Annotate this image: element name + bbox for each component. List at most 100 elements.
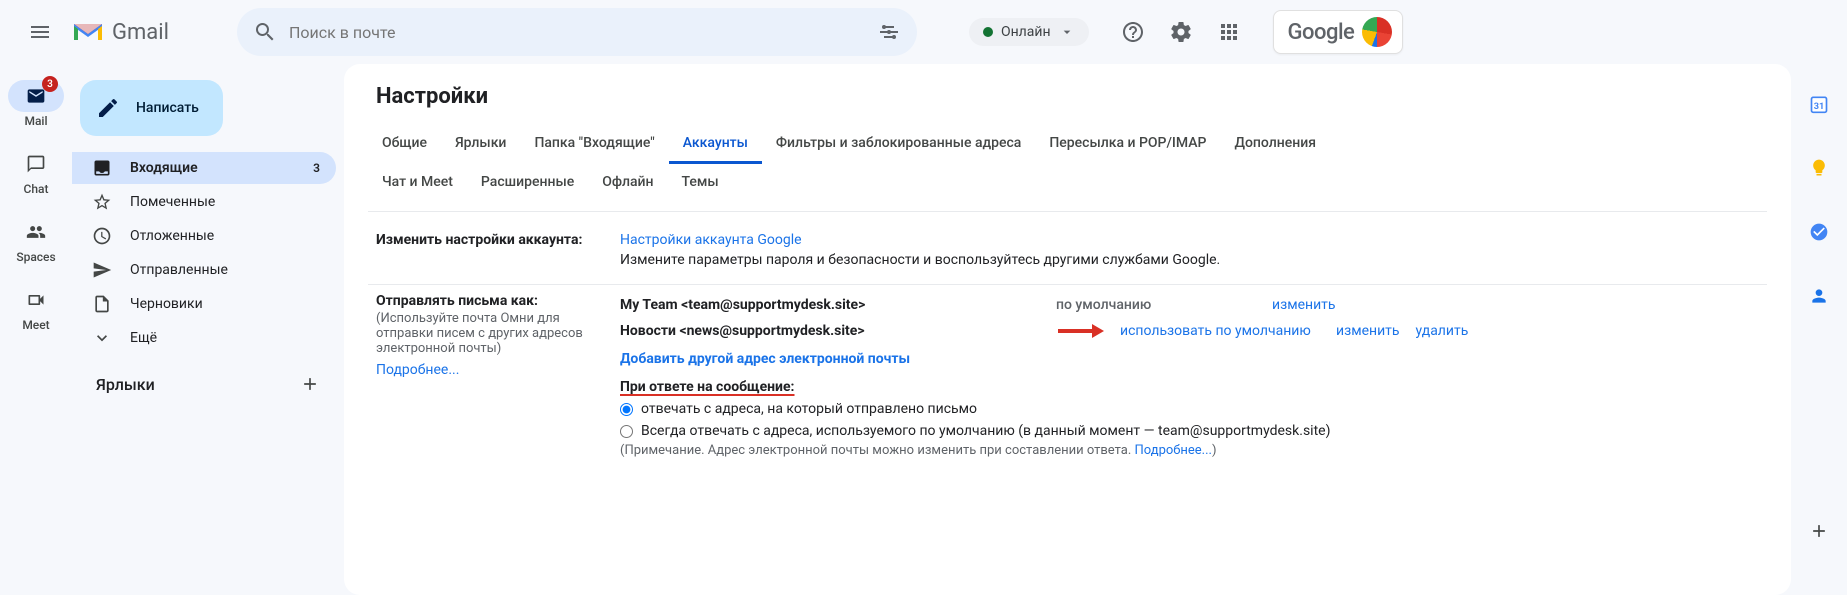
rail-meet[interactable]: Meet: [8, 284, 64, 332]
chat-icon: [26, 154, 46, 174]
rail-mail-label: Mail: [24, 114, 47, 128]
rail-meet-label: Meet: [22, 318, 49, 332]
reply-from-default-radio[interactable]: [620, 425, 633, 438]
tab-темы[interactable]: Темы: [668, 164, 733, 203]
callout-arrow-icon: [1056, 321, 1104, 341]
nav-more-label: Ещё: [130, 330, 157, 346]
tab-папка-входящие-[interactable]: Папка "Входящие": [520, 125, 668, 164]
rail-mail[interactable]: 3 Mail: [8, 80, 64, 128]
nav-sent-label: Отправленные: [130, 262, 228, 278]
side-calendar[interactable]: 31: [1799, 84, 1839, 124]
tab-офлайн[interactable]: Офлайн: [588, 164, 667, 203]
google-logo-text: Google: [1288, 20, 1355, 45]
google-account-badge[interactable]: Google: [1273, 10, 1404, 54]
calendar-icon: 31: [1809, 94, 1829, 114]
rail-chat[interactable]: Chat: [8, 148, 64, 196]
account-settings-label: Изменить настройки аккаунта:: [376, 232, 596, 268]
nav-inbox-count: 3: [313, 161, 320, 175]
nav-snoozed[interactable]: Отложенные: [72, 220, 336, 252]
user-avatar: [1362, 17, 1392, 47]
nav-inbox[interactable]: Входящие 3: [72, 152, 336, 184]
send-as-row: My Team <team@supportmydesk.site> по умол…: [620, 293, 1759, 317]
draft-icon: [92, 294, 112, 314]
reply-opt2-label: Всегда отвечать с адреса, используемого …: [641, 423, 1330, 439]
google-account-settings-link[interactable]: Настройки аккаунта Google: [620, 232, 802, 248]
send-as-row: Новости <news@supportmydesk.site> использ…: [620, 317, 1759, 345]
search-options-icon[interactable]: [877, 20, 901, 44]
reply-heading: При ответе на сообщение:: [620, 379, 795, 395]
nav-starred-label: Помеченные: [130, 194, 215, 210]
compose-label: Написать: [136, 100, 199, 116]
default-indicator: по умолчанию: [1056, 297, 1256, 313]
status-text: Онлайн: [1001, 24, 1051, 40]
send-as-label: Отправлять письма как:: [376, 293, 538, 309]
delete-address-link[interactable]: удалить: [1416, 323, 1469, 339]
divider: [368, 211, 1767, 212]
gear-icon: [1169, 20, 1193, 44]
inbox-icon: [92, 158, 112, 178]
tab-чат-и-meet[interactable]: Чат и Meet: [368, 164, 467, 203]
send-as-identity: Новости <news@supportmydesk.site>: [620, 323, 1040, 339]
rail-spaces-label: Spaces: [16, 250, 55, 264]
status-dot-icon: [983, 27, 993, 37]
nav-drafts-label: Черновики: [130, 296, 203, 312]
search-icon: [253, 20, 277, 44]
svg-text:31: 31: [1814, 102, 1825, 112]
tab-фильтры-и-заблокированные-адреса[interactable]: Фильтры и заблокированные адреса: [762, 125, 1035, 164]
search-input[interactable]: [289, 23, 865, 42]
edit-address-link[interactable]: изменить: [1336, 323, 1400, 339]
side-add-apps[interactable]: [1799, 511, 1839, 551]
rail-mail-badge: 3: [42, 76, 58, 92]
tab-ярлыки[interactable]: Ярлыки: [441, 125, 520, 164]
tab-общие[interactable]: Общие: [368, 125, 441, 164]
side-tasks[interactable]: [1799, 212, 1839, 252]
rail-chat-label: Chat: [24, 182, 49, 196]
spaces-icon: [26, 222, 46, 242]
clock-icon: [92, 226, 112, 246]
compose-button[interactable]: Написать: [80, 80, 223, 136]
search-bar[interactable]: [237, 8, 917, 56]
tab-дополнения[interactable]: Дополнения: [1220, 125, 1330, 164]
support-button[interactable]: [1113, 12, 1153, 52]
tasks-icon: [1809, 222, 1829, 242]
tab-аккаунты[interactable]: Аккаунты: [669, 125, 762, 164]
plus-icon[interactable]: [300, 374, 320, 394]
apps-button[interactable]: [1209, 12, 1249, 52]
nav-inbox-label: Входящие: [130, 160, 198, 176]
hamburger-icon: [28, 20, 52, 44]
nav-starred[interactable]: Помеченные: [72, 186, 336, 218]
apps-grid-icon: [1217, 20, 1241, 44]
reply-note-link[interactable]: Подробнее...: [1135, 443, 1212, 458]
contacts-icon: [1809, 286, 1829, 306]
keep-icon: [1809, 158, 1829, 178]
send-icon: [92, 260, 112, 280]
tab-пересылка-и-pop-imap[interactable]: Пересылка и POP/IMAP: [1035, 125, 1220, 164]
send-as-sub: (Используйте почта Омни для отправки пис…: [376, 311, 596, 356]
gmail-logo[interactable]: Gmail: [72, 20, 169, 45]
status-chip[interactable]: Онлайн: [969, 18, 1089, 46]
rail-spaces[interactable]: Spaces: [8, 216, 64, 264]
account-settings-desc: Измените параметры пароля и безопасности…: [620, 252, 1759, 268]
edit-address-link[interactable]: изменить: [1272, 297, 1336, 313]
plus-icon: [1809, 521, 1829, 541]
nav-drafts[interactable]: Черновики: [72, 288, 336, 320]
add-another-address-link[interactable]: Добавить другой адрес электронной почты: [620, 351, 1759, 367]
gmail-text: Gmail: [112, 20, 169, 45]
send-as-learn-more[interactable]: Подробнее...: [376, 362, 596, 378]
reply-from-same-radio[interactable]: [620, 403, 633, 416]
help-icon: [1121, 20, 1145, 44]
nav-snoozed-label: Отложенные: [130, 228, 214, 244]
chevron-down-icon: [1059, 24, 1075, 40]
side-contacts[interactable]: [1799, 276, 1839, 316]
labels-header-text: Ярлыки: [96, 375, 155, 394]
tab-расширенные[interactable]: Расширенные: [467, 164, 588, 203]
star-icon: [92, 192, 112, 212]
settings-button[interactable]: [1161, 12, 1201, 52]
side-keep[interactable]: [1799, 148, 1839, 188]
send-as-identity: My Team <team@supportmydesk.site>: [620, 297, 1040, 313]
nav-more[interactable]: Ещё: [72, 322, 336, 354]
make-default-link[interactable]: использовать по умолчанию: [1120, 323, 1320, 339]
nav-sent[interactable]: Отправленные: [72, 254, 336, 286]
labels-header: Ярлыки: [72, 366, 336, 402]
main-menu-button[interactable]: [16, 8, 64, 56]
